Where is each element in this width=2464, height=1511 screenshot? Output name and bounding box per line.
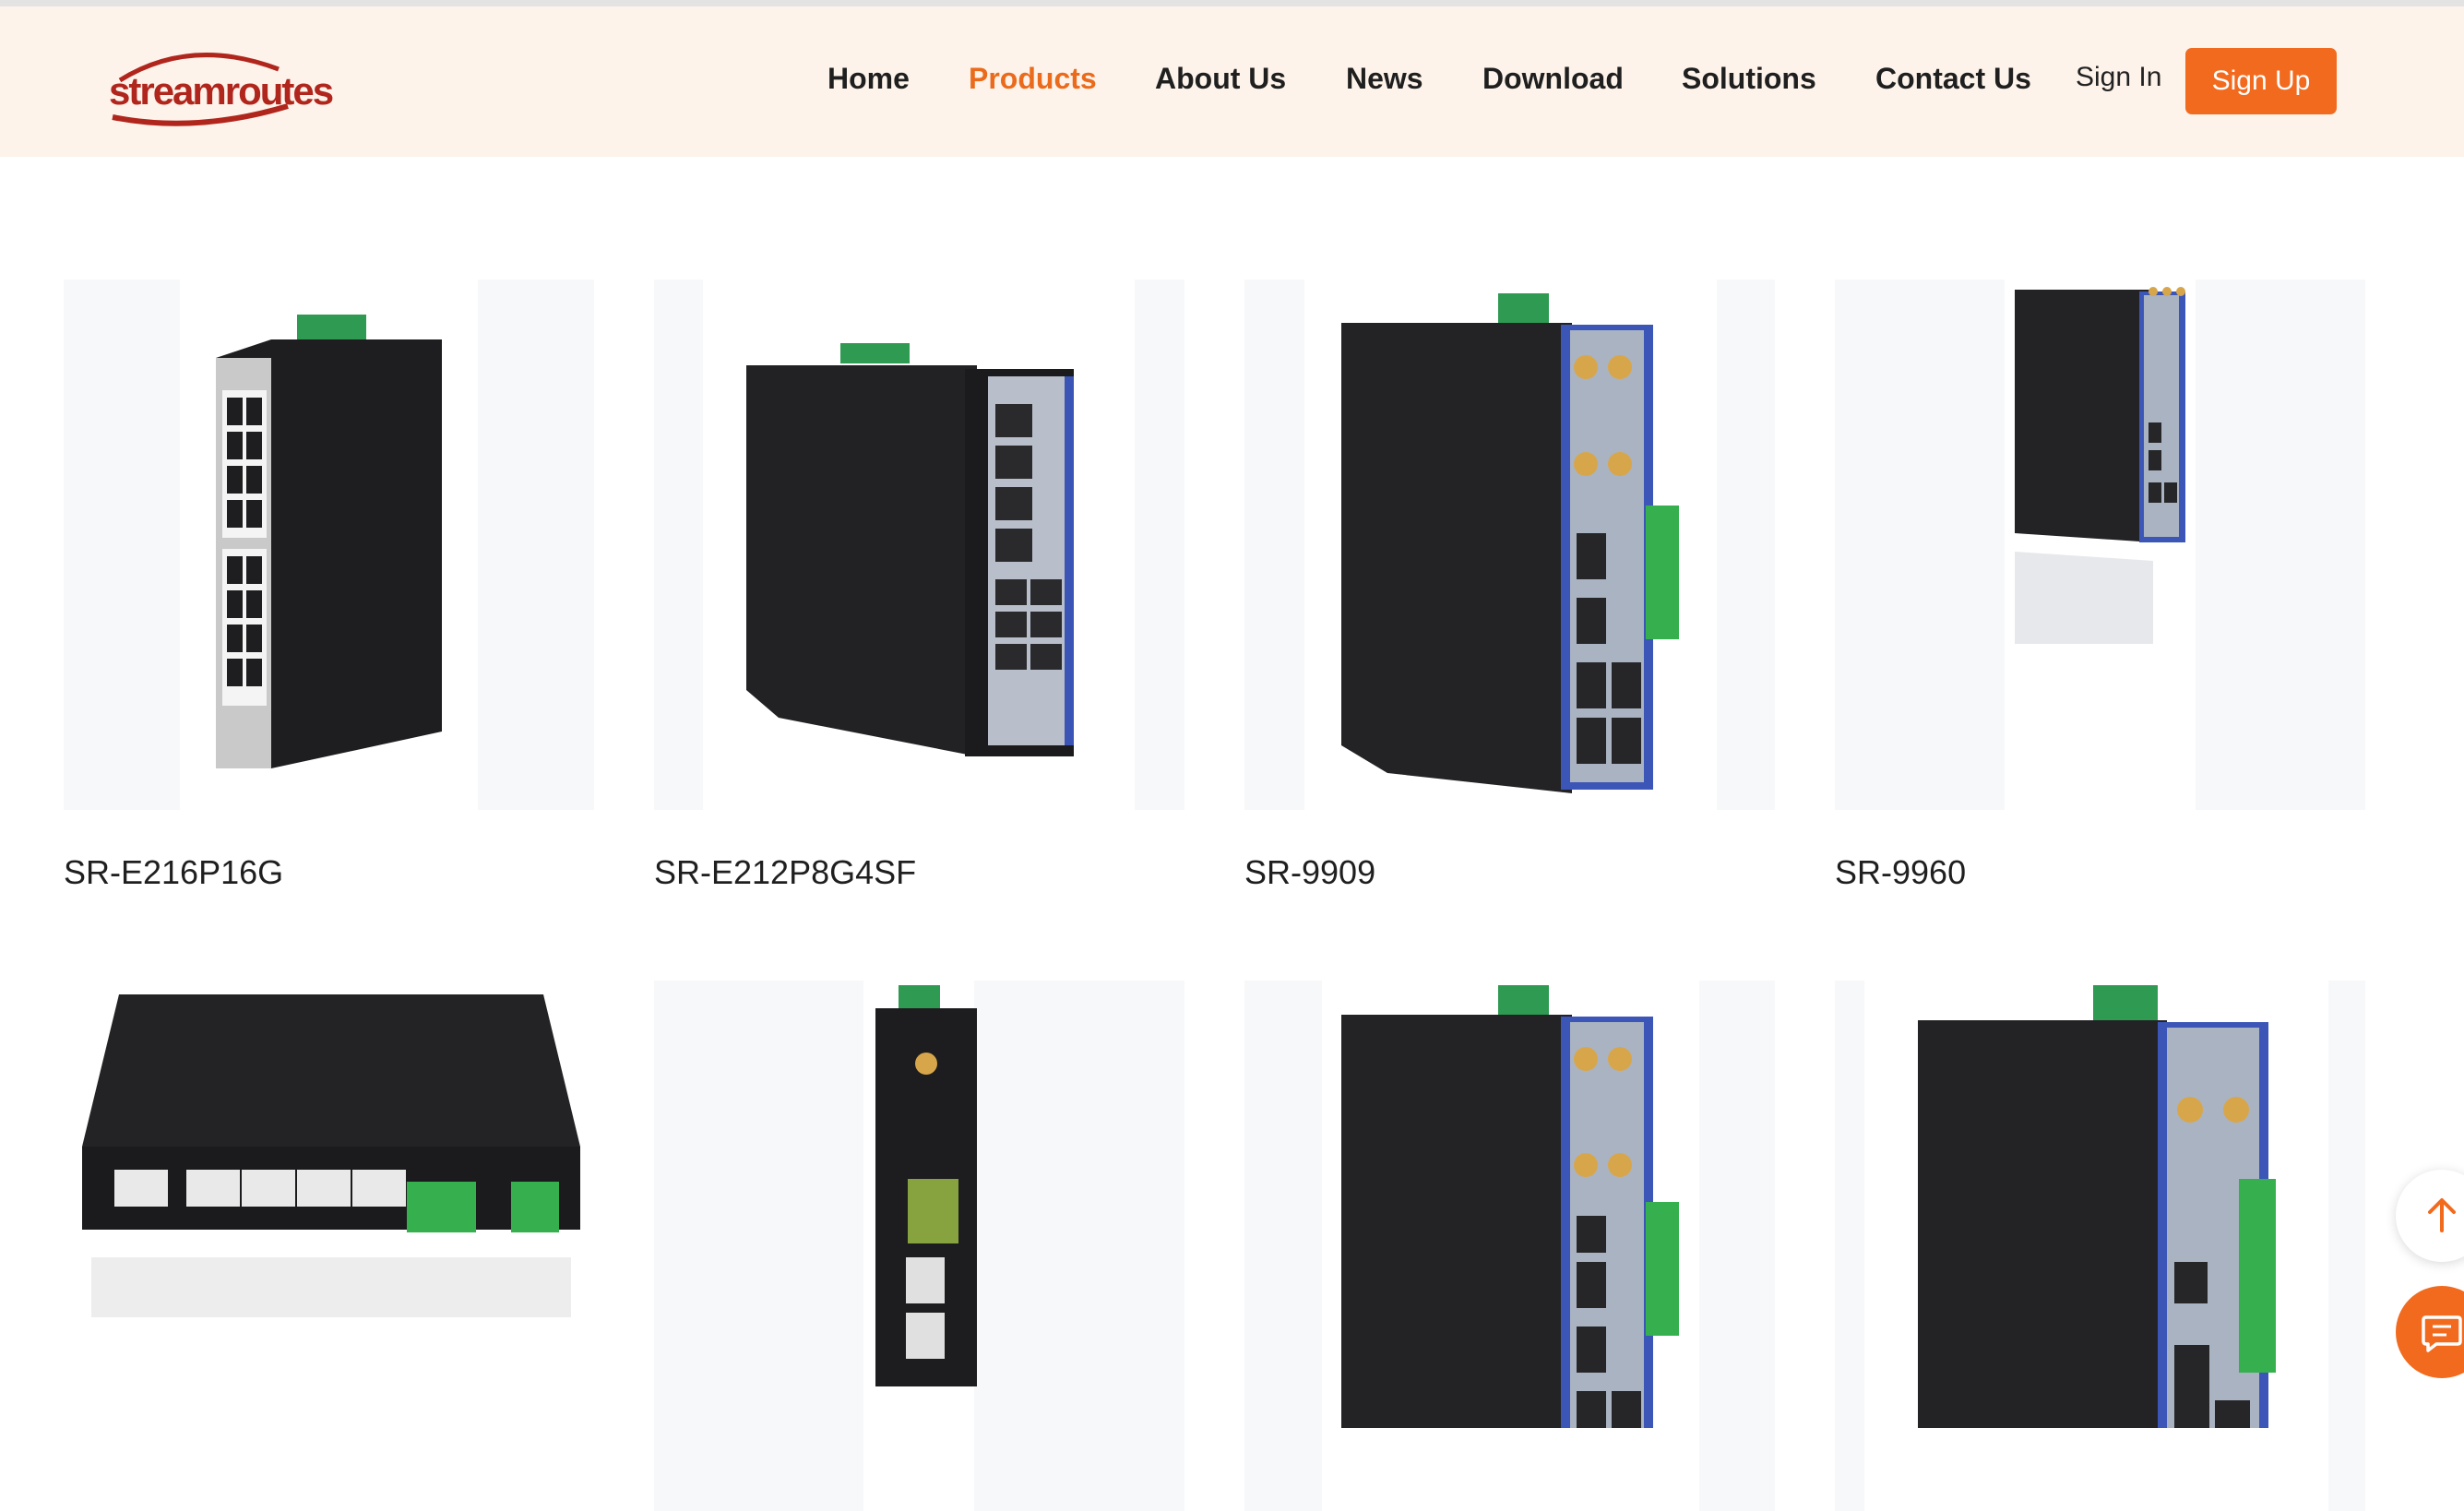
nav-about-us[interactable]: About Us xyxy=(1155,62,1286,96)
nav-contact-us[interactable]: Contact Us xyxy=(1875,62,2031,96)
din-rail-router-icon xyxy=(875,985,977,1386)
product-title[interactable]: SR-E216P16G xyxy=(64,853,283,892)
top-border xyxy=(0,0,2464,6)
industrial-router-icon xyxy=(1341,293,1679,793)
industrial-router-icon xyxy=(2015,287,2185,644)
product-image[interactable] xyxy=(64,280,594,810)
desktop-router-icon xyxy=(82,994,580,1317)
nav-solutions[interactable]: Solutions xyxy=(1682,62,1816,96)
chat-icon xyxy=(2422,1315,2462,1352)
industrial-switch-icon xyxy=(746,343,1074,756)
product-title[interactable]: SR-E212P8G4SF xyxy=(654,853,916,892)
sign-up-button[interactable]: Sign Up xyxy=(2185,48,2337,114)
main-nav: Home Products About Us News Download Sol… xyxy=(0,6,2464,157)
product-image[interactable] xyxy=(1835,981,2365,1511)
industrial-switch-icon xyxy=(216,315,442,768)
product-title[interactable]: SR-9960 xyxy=(1835,853,1966,892)
arrow-up-icon xyxy=(2428,1198,2456,1232)
product-image[interactable] xyxy=(1835,280,2365,810)
product-image[interactable] xyxy=(1244,280,1775,810)
product-image[interactable] xyxy=(654,981,1184,1511)
chat-button[interactable] xyxy=(2396,1286,2464,1378)
industrial-router-icon xyxy=(1918,985,2276,1428)
product-image[interactable] xyxy=(654,280,1184,810)
product-image[interactable] xyxy=(1244,981,1775,1511)
product-image[interactable] xyxy=(64,981,594,1511)
sign-in-link[interactable]: Sign In xyxy=(2076,62,2161,93)
scroll-to-top-button[interactable] xyxy=(2396,1170,2464,1262)
nav-download[interactable]: Download xyxy=(1482,62,1624,96)
nav-products[interactable]: Products xyxy=(969,62,1097,96)
industrial-router-icon xyxy=(1341,985,1679,1428)
nav-news[interactable]: News xyxy=(1346,62,1423,96)
site-header: streamroutes Home Products About Us News… xyxy=(0,6,2464,157)
nav-home[interactable]: Home xyxy=(827,62,910,96)
product-title[interactable]: SR-9909 xyxy=(1244,853,1375,892)
